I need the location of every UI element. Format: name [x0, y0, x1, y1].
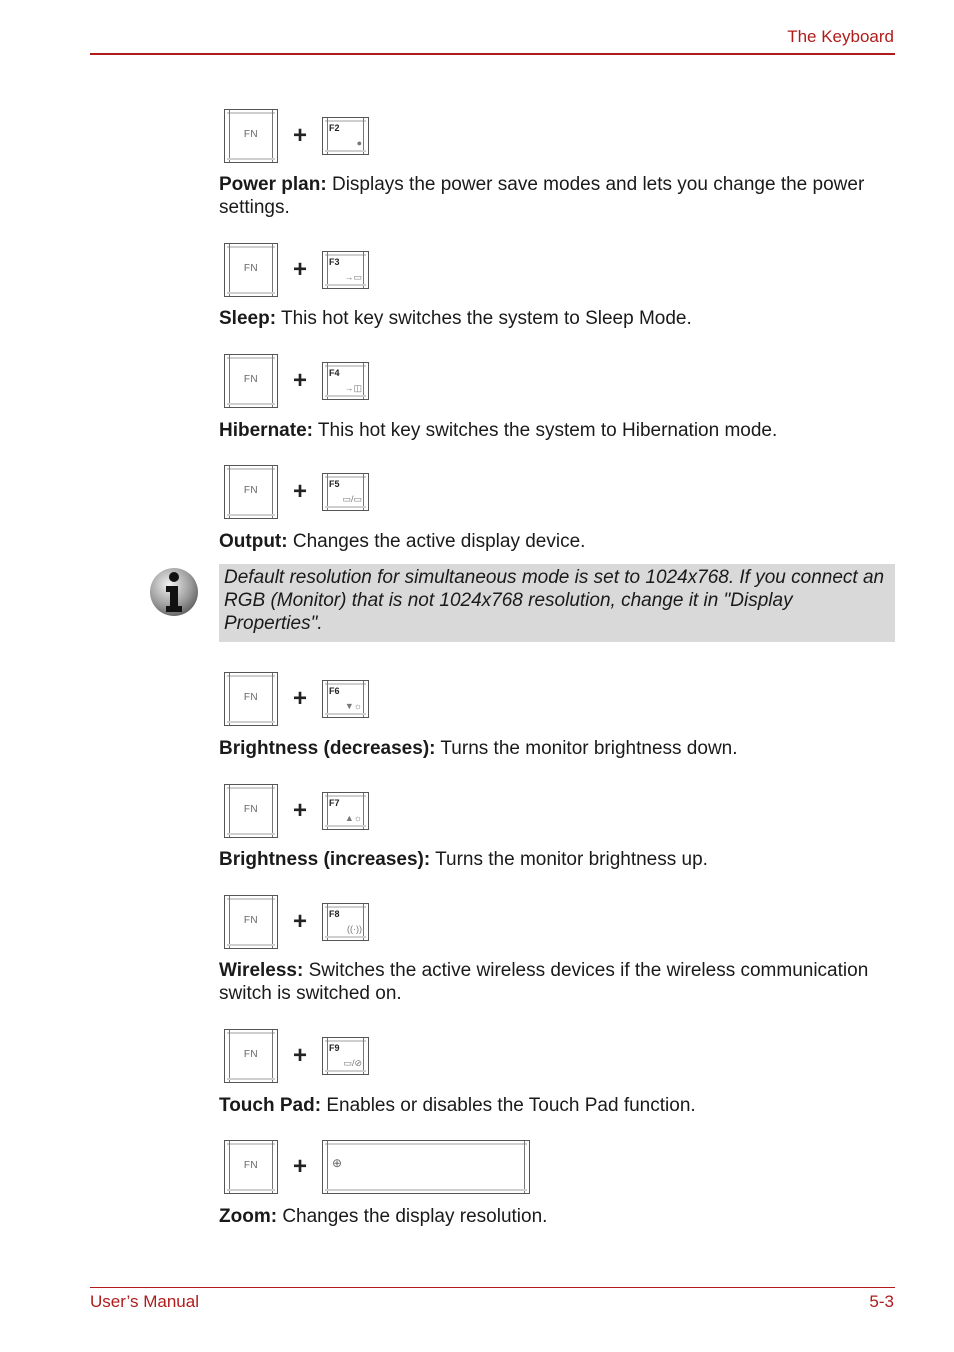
f3-key-label: F3	[329, 257, 340, 267]
f5-key: F5 ▭/▭	[322, 473, 369, 511]
fn-key: FN	[224, 465, 278, 519]
info-icon	[148, 566, 200, 618]
hotkey-combo-zoom: FN + ⊕	[224, 1140, 530, 1194]
hotkey-combo-f5: FN + F5 ▭/▭	[224, 465, 369, 519]
brightness-down-icon: ▼☼	[344, 701, 362, 711]
hotkey-description-power-plan: Power plan: Displays the power save mode…	[219, 173, 889, 219]
fn-key-label: FN	[243, 1160, 259, 1171]
f8-key: F8 ((·))	[322, 903, 369, 941]
f6-key: F6 ▼☼	[322, 680, 369, 718]
hotkey-term: Touch Pad:	[219, 1095, 322, 1116]
f3-key: F3 →▭	[322, 251, 369, 289]
hotkey-text: Changes the active display device.	[287, 531, 586, 552]
hotkey-term: Wireless:	[219, 960, 304, 981]
f9-key: F9 ▭/⊘	[322, 1037, 369, 1075]
space-key: ⊕	[322, 1140, 530, 1194]
header-divider	[90, 53, 895, 55]
fn-key: FN	[224, 784, 278, 838]
hotkey-text: Enables or disables the Touch Pad functi…	[321, 1095, 696, 1116]
hotkey-term: Zoom:	[219, 1206, 278, 1227]
fn-key-label: FN	[243, 692, 259, 703]
plus-sign: +	[292, 1153, 307, 1180]
hotkey-description-output: Output: Changes the active display devic…	[219, 530, 889, 553]
f4-key: F4 →◫	[322, 362, 369, 400]
hotkey-description-sleep: Sleep: This hot key switches the system …	[219, 307, 889, 330]
hotkey-combo-f9: FN + F9 ▭/⊘	[224, 1029, 369, 1083]
plus-sign: +	[292, 797, 307, 824]
fn-key-label: FN	[243, 485, 259, 496]
hotkey-term: Sleep:	[219, 308, 277, 329]
hotkey-description-brightness-increases: Brightness (increases): Turns the monito…	[219, 848, 889, 871]
plus-sign: +	[292, 256, 307, 283]
fn-key-label: FN	[243, 129, 259, 140]
note-text: Default resolution for simultaneous mode…	[224, 567, 885, 634]
hotkey-combo-f3: FN + F3 →▭	[224, 243, 369, 297]
plus-sign: +	[292, 478, 307, 505]
page-number: 5-3	[869, 1292, 894, 1311]
power-plan-icon: ●	[356, 138, 362, 148]
fn-key: FN	[224, 672, 278, 726]
f4-key-label: F4	[329, 368, 340, 378]
hotkey-text: Turns the monitor brightness up.	[430, 849, 708, 870]
hotkey-combo-f6: FN + F6 ▼☼	[224, 672, 369, 726]
fn-key-label: FN	[243, 263, 259, 274]
fn-key: FN	[224, 109, 278, 163]
hotkey-text: This hot key switches the system to Slee…	[276, 308, 692, 329]
hotkey-term: Brightness (increases):	[219, 849, 431, 870]
fn-key-label: FN	[243, 915, 259, 926]
brightness-up-icon: ▲☼	[344, 813, 362, 823]
fn-key-label: FN	[243, 804, 259, 815]
hotkey-description-zoom: Zoom: Changes the display resolution.	[219, 1205, 889, 1228]
fn-key: FN	[224, 1029, 278, 1083]
touchpad-icon: ▭/⊘	[343, 1058, 362, 1068]
f7-key-label: F7	[329, 798, 340, 808]
hotkey-description-brightness-decreases: Brightness (decreases): Turns the monito…	[219, 737, 889, 760]
plus-sign: +	[292, 122, 307, 149]
f2-key-label: F2	[329, 123, 340, 133]
hotkey-description-wireless: Wireless: Switches the active wireless d…	[219, 959, 889, 1005]
hotkey-term: Brightness (decreases):	[219, 738, 436, 759]
f9-key-label: F9	[329, 1043, 340, 1053]
hotkey-term: Power plan:	[219, 174, 327, 195]
hotkey-term: Output:	[219, 531, 288, 552]
hotkey-text: Turns the monitor brightness down.	[435, 738, 738, 759]
hotkey-term: Hibernate:	[219, 420, 313, 441]
f7-key: F7 ▲☼	[322, 792, 369, 830]
f8-key-label: F8	[329, 909, 340, 919]
fn-key: FN	[224, 243, 278, 297]
footer-manual-title: User’s Manual	[90, 1292, 199, 1311]
plus-sign: +	[292, 367, 307, 394]
fn-key-label: FN	[243, 374, 259, 385]
hotkey-combo-f7: FN + F7 ▲☼	[224, 784, 369, 838]
hotkey-text: Changes the display resolution.	[277, 1206, 548, 1227]
output-display-icon: ▭/▭	[342, 494, 362, 504]
f6-key-label: F6	[329, 686, 340, 696]
hotkey-text: Switches the active wireless devices if …	[219, 960, 869, 1004]
plus-sign: +	[292, 908, 307, 935]
hotkey-combo-f8: FN + F8 ((·))	[224, 895, 369, 949]
f5-key-label: F5	[329, 479, 340, 489]
wireless-icon: ((·))	[347, 924, 362, 934]
zoom-icon: ⊕	[332, 1156, 343, 1170]
footer-divider	[90, 1287, 895, 1288]
hotkey-combo-f4: FN + F4 →◫	[224, 354, 369, 408]
fn-key-label: FN	[243, 1049, 259, 1060]
plus-sign: +	[292, 1042, 307, 1069]
fn-key: FN	[224, 895, 278, 949]
sleep-icon: →▭	[344, 272, 362, 282]
header-title: The Keyboard	[787, 27, 894, 46]
hotkey-combo-f2: FN + F2 ●	[224, 109, 369, 163]
hotkey-description-touch-pad: Touch Pad: Enables or disables the Touch…	[219, 1094, 889, 1117]
f2-key: F2 ●	[322, 117, 369, 155]
fn-key: FN	[224, 354, 278, 408]
hibernate-icon: →◫	[344, 383, 362, 393]
hotkey-text: This hot key switches the system to Hibe…	[312, 420, 778, 441]
note-box: Default resolution for simultaneous mode…	[219, 564, 895, 642]
hotkey-description-hibernate: Hibernate: This hot key switches the sys…	[219, 419, 889, 442]
fn-key: FN	[224, 1140, 278, 1194]
plus-sign: +	[292, 685, 307, 712]
